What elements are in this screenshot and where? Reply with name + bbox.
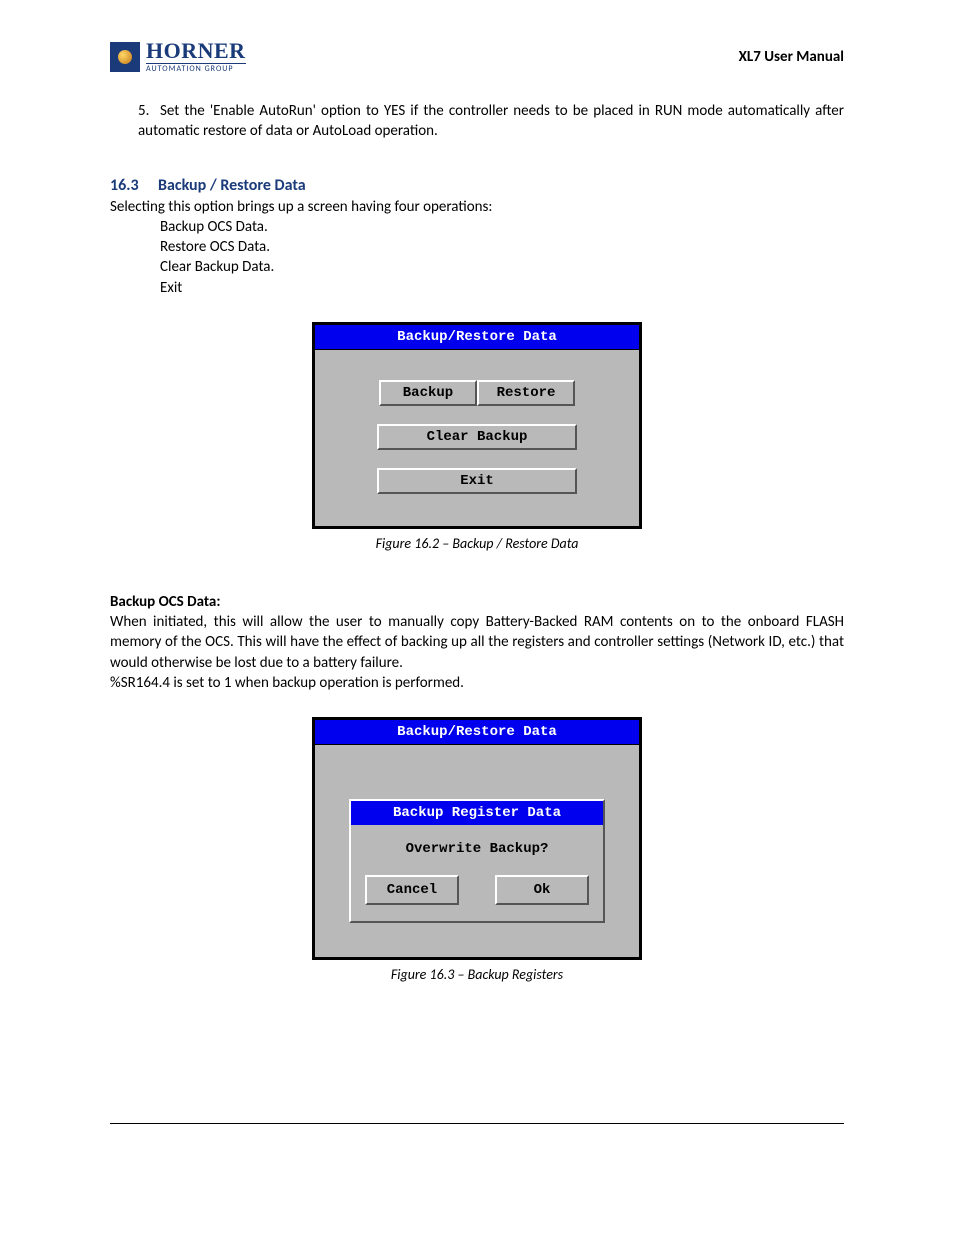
section-num: 16.3 [110,176,158,195]
figure-1-caption: Figure 16.2 – Backup / Restore Data [110,535,844,552]
screen2-titlebar: Backup/Restore Data [315,720,639,745]
figure-2-caption: Figure 16.3 – Backup Registers [110,966,844,983]
op-item: Exit [160,278,844,298]
restore-button[interactable]: Restore [477,380,575,406]
subheading-backup-ocs: Backup OCS Data: [110,592,844,612]
op-item: Backup OCS Data. [160,217,844,237]
section-title: Backup / Restore Data [158,176,306,195]
list-text: Set the 'Enable AutoRun' option to YES i… [138,102,844,140]
logo-subtitle: AUTOMATION GROUP [146,63,246,73]
op-item: Clear Backup Data. [160,257,844,277]
exit-button[interactable]: Exit [377,468,577,494]
logo: HORNER AUTOMATION GROUP [110,40,246,73]
logo-name: HORNER [146,40,246,62]
screen1-titlebar: Backup/Restore Data [315,325,639,350]
list-number: 5. [138,101,160,121]
figure-screen-2: Backup/Restore Data Backup Register Data… [312,717,642,960]
op-item: Restore OCS Data. [160,237,844,257]
intro-text: Selecting this option brings up a screen… [110,197,844,217]
backup-button[interactable]: Backup [379,380,477,406]
cancel-button[interactable]: Cancel [365,875,459,905]
dialog-title: Backup Register Data [351,801,603,825]
logo-mark-icon [110,42,140,72]
paragraph-2: %SR164.4 is set to 1 when backup operati… [110,673,844,693]
ok-button[interactable]: Ok [495,875,589,905]
footer-rule [110,1123,844,1124]
page-header: HORNER AUTOMATION GROUP XL7 User Manual [110,40,844,73]
dialog-message: Overwrite Backup? [365,841,589,857]
figure-screen-1: Backup/Restore Data Backup Restore Clear… [312,322,642,529]
paragraph-1: When initiated, this will allow the user… [110,612,844,673]
dialog-box: Backup Register Data Overwrite Backup? C… [349,799,605,923]
section-heading: 16.3Backup / Restore Data [110,176,844,195]
clear-backup-button[interactable]: Clear Backup [377,424,577,450]
list-item-5: 5.Set the 'Enable AutoRun' option to YES… [138,101,844,142]
manual-title: XL7 User Manual [739,48,844,66]
